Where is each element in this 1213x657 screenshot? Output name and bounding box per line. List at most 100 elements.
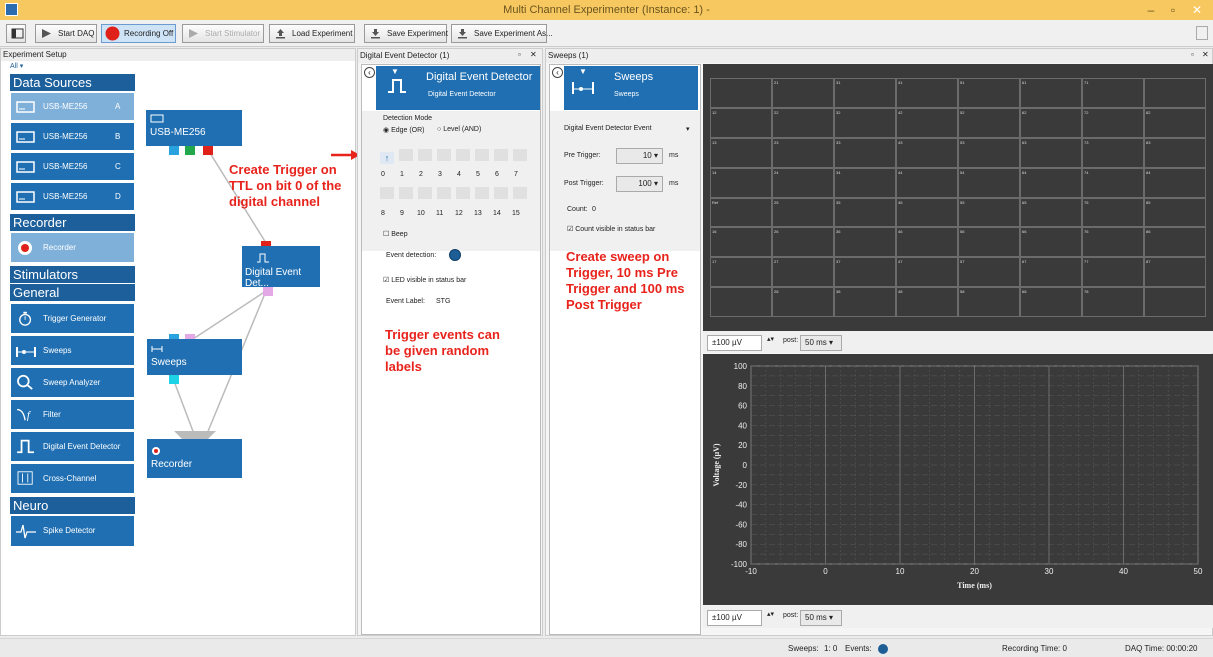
bit-box[interactable] (399, 187, 413, 199)
palette-source-c[interactable]: USB-ME256 C (10, 152, 135, 181)
grid-scale-spinner[interactable]: ▴▾ (767, 335, 774, 343)
layout-button[interactable] (6, 24, 26, 43)
event-label-input[interactable]: STG (436, 298, 450, 305)
maximize-icon[interactable]: ▫ (1162, 1, 1184, 19)
electrode-cell[interactable]: 45 (896, 197, 958, 228)
electrode-cell[interactable]: 21 (772, 78, 834, 108)
start-stimulator-button[interactable]: Start Stimulator (182, 24, 264, 43)
electrode-cell[interactable] (710, 78, 772, 108)
bit-box[interactable] (475, 187, 489, 199)
electrode-cell[interactable]: 51 (958, 78, 1020, 108)
bit-box[interactable] (437, 187, 451, 199)
close-icon[interactable]: ✕ (530, 50, 537, 59)
electrode-cell[interactable]: 63 (1020, 137, 1082, 168)
electrode-cell[interactable]: 37 (834, 257, 896, 288)
electrode-cell[interactable]: 64 (1020, 167, 1082, 198)
bit-box[interactable] (456, 187, 470, 199)
bit-box[interactable] (437, 149, 451, 161)
electrode-cell[interactable]: 33 (834, 137, 896, 168)
digital-port[interactable] (185, 146, 195, 155)
electrode-cell[interactable]: 85 (1144, 197, 1206, 228)
palette-spike-detector[interactable]: Spike Detector (10, 515, 135, 547)
chevron-down-icon[interactable]: ▼ (579, 67, 587, 76)
electrode-cell[interactable]: 27 (772, 257, 834, 288)
recording-toggle[interactable]: Recording Off (101, 24, 176, 43)
led-visible-checkbox[interactable]: ☑ LED visible in status bar (383, 276, 466, 284)
electrode-cell[interactable] (1144, 287, 1206, 317)
electrode-cell[interactable]: 86 (1144, 227, 1206, 258)
minimize-icon[interactable]: – (1140, 1, 1162, 19)
node-sweeps[interactable]: Sweeps (147, 339, 242, 375)
electrode-cell[interactable]: 24 (772, 167, 834, 198)
post-trigger-select[interactable]: 100 ▾ (616, 176, 663, 192)
palette-sweep-analyzer[interactable]: Sweep Analyzer (10, 367, 135, 398)
bit-0-trigger-icon[interactable]: ↑ (380, 152, 394, 164)
electrode-cell[interactable]: 61 (1020, 78, 1082, 108)
electrode-cell[interactable]: 48 (896, 287, 958, 317)
electrode-cell[interactable]: 26 (772, 227, 834, 258)
trigger-source-select[interactable]: Digital Event Detector Event ▾ (564, 125, 694, 133)
count-visible-checkbox[interactable]: ☑ Count visible in status bar (567, 225, 655, 233)
float-icon[interactable]: ▫ (1191, 50, 1194, 59)
bit-box[interactable] (399, 149, 413, 161)
electrode-cell[interactable]: 73 (1082, 137, 1144, 168)
palette-trigger-generator[interactable]: Trigger Generator (10, 303, 135, 334)
electrode-cell[interactable]: 31 (834, 78, 896, 108)
electrode-cell[interactable]: 47 (896, 257, 958, 288)
electrode-cell[interactable]: 14 (710, 167, 772, 198)
electrode-cell[interactable]: 74 (1082, 167, 1144, 198)
float-icon[interactable]: ▫ (518, 50, 521, 59)
bit-box[interactable] (380, 187, 394, 199)
electrode-cell[interactable]: 43 (896, 137, 958, 168)
bit-box[interactable] (494, 149, 508, 161)
palette-cross-channel[interactable]: Cross-Channel (10, 463, 135, 494)
bit-box[interactable] (456, 149, 470, 161)
palette-recorder[interactable]: Recorder (10, 232, 135, 263)
close-icon[interactable]: ✕ (1186, 1, 1208, 19)
electrode-cell[interactable]: Ref (710, 197, 772, 228)
bit-box[interactable] (513, 149, 527, 161)
palette-digital-event-detector[interactable]: Digital Event Detector (10, 431, 135, 462)
electrode-cell[interactable]: 68 (1020, 287, 1082, 317)
mode-edge-radio[interactable]: ◉ Edge (OR) (383, 126, 425, 134)
electrode-cell[interactable]: 52 (958, 107, 1020, 138)
electrode-cell[interactable]: 82 (1144, 107, 1206, 138)
electrode-cell[interactable]: 76 (1082, 227, 1144, 258)
palette-source-a[interactable]: USB-ME256 A (10, 92, 135, 121)
save-experiment-as-button[interactable]: Save Experiment As... (451, 24, 553, 43)
node-digital-event-detector[interactable]: Digital Event Det... (242, 246, 320, 289)
electrode-cell[interactable]: 22 (772, 107, 834, 138)
electrode-cell[interactable]: 78 (1082, 287, 1144, 317)
electrode-cell[interactable]: 53 (958, 137, 1020, 168)
electrode-cell[interactable]: 72 (1082, 107, 1144, 138)
bit-box[interactable] (513, 187, 527, 199)
electrode-cell[interactable]: 42 (896, 107, 958, 138)
chart-scale-select[interactable]: ±100 µV (707, 610, 762, 626)
electrode-cell[interactable]: 87 (1144, 257, 1206, 288)
electrode-cell[interactable] (710, 287, 772, 317)
bit-box[interactable] (494, 187, 508, 199)
electrode-cell[interactable]: 16 (710, 227, 772, 258)
pre-trigger-select[interactable]: 10 ▾ (616, 148, 663, 164)
electrode-cell[interactable]: 56 (958, 227, 1020, 258)
electrode-cell[interactable]: 34 (834, 167, 896, 198)
electrode-cell[interactable]: 65 (1020, 197, 1082, 228)
electrode-cell[interactable]: 54 (958, 167, 1020, 198)
bit-box[interactable] (418, 149, 432, 161)
grid-time-select[interactable]: 50 ms ▾ (800, 335, 842, 351)
node-usb-me256[interactable]: USB-ME256 (146, 110, 242, 146)
start-daq-button[interactable]: Start DAQ (35, 24, 97, 43)
electrode-cell[interactable]: 38 (834, 287, 896, 317)
beep-checkbox[interactable]: ☐ Beep (383, 230, 408, 238)
palette-source-b[interactable]: USB-ME256 B (10, 122, 135, 151)
electrode-cell[interactable]: 58 (958, 287, 1020, 317)
collapse-icon[interactable]: ‹ (364, 67, 375, 78)
electrode-cell[interactable]: 66 (1020, 227, 1082, 258)
load-experiment-button[interactable]: Load Experiment (269, 24, 355, 43)
palette-filter-item[interactable]: f Filter (10, 399, 135, 430)
electrode-cell[interactable]: 67 (1020, 257, 1082, 288)
electrode-cell[interactable]: 44 (896, 167, 958, 198)
electrode-cell[interactable]: 84 (1144, 167, 1206, 198)
electrode-cell[interactable]: 35 (834, 197, 896, 228)
output-port[interactable] (263, 287, 273, 296)
